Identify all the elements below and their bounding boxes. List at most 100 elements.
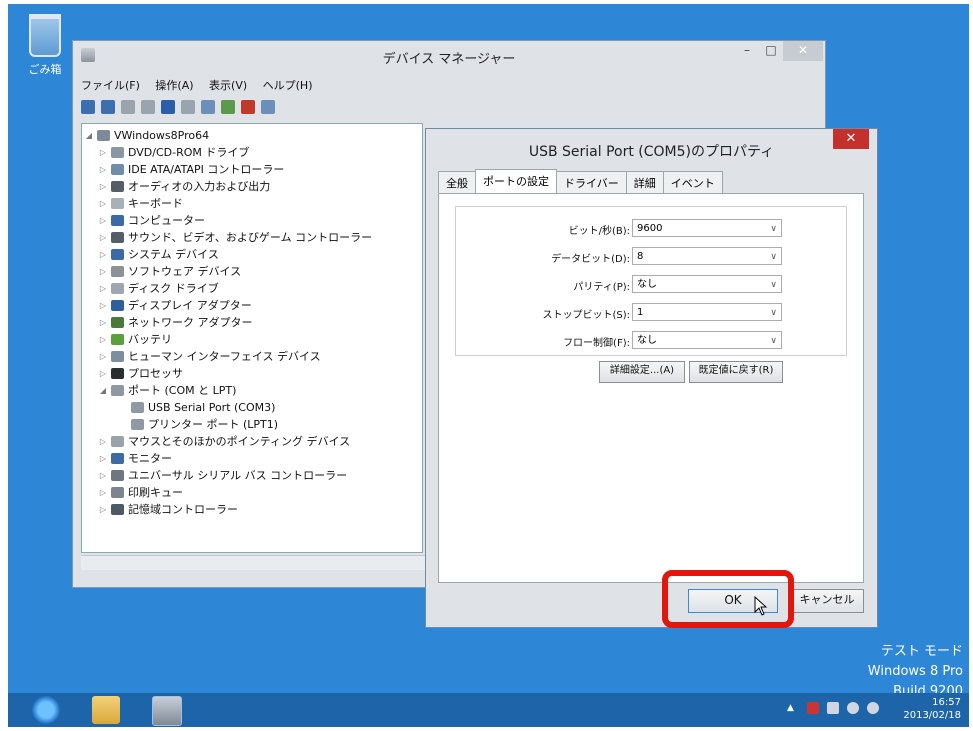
restore-defaults-button[interactable]: 既定値に戻す(R) [689, 361, 783, 383]
tree-node[interactable]: ▷ ネットワーク アダプター [98, 314, 253, 331]
tab-port-settings[interactable]: ポートの設定 [475, 169, 557, 195]
clock-time: 16:57 [932, 697, 961, 708]
tray-arrow-icon[interactable]: ▲ [787, 702, 799, 714]
close-button[interactable]: ✕ [783, 41, 823, 61]
collapse-icon[interactable]: ◢ [84, 127, 94, 144]
hid-icon [111, 351, 124, 362]
menu-action[interactable]: 操作(A) [155, 79, 193, 92]
collapse-icon[interactable]: ◢ [98, 382, 108, 399]
input-method-icon[interactable] [867, 702, 879, 714]
properties-dialog: USB Serial Port (COM5)のプロパティ ✕ 全般 ポートの設定… [425, 128, 878, 628]
action-center-icon[interactable] [807, 702, 819, 714]
expand-icon[interactable]: ▷ [98, 263, 108, 280]
tree-node-label: 印刷キュー [128, 486, 183, 499]
tree-node[interactable]: ▷ ディスク ドライブ [98, 280, 219, 297]
mouse-cursor-icon [754, 596, 768, 616]
minimize-button[interactable]: – [735, 41, 759, 61]
computer-icon [97, 130, 110, 141]
show-hide-icon[interactable] [141, 100, 155, 114]
menu-bar: ファイル(F) 操作(A) 表示(V) ヘルプ(H) [81, 77, 325, 93]
tree-node[interactable]: ▷ IDE ATA/ATAPI コントローラー [98, 161, 284, 178]
file-explorer-icon[interactable] [92, 696, 120, 724]
bits-per-second-label: ビット/秒(B): [568, 226, 630, 237]
tree-node[interactable]: ▷ マウスとそのほかのポインティング デバイス [98, 433, 350, 450]
expand-icon[interactable]: ▷ [98, 195, 108, 212]
tree-node[interactable]: ▷ バッテリ [98, 331, 172, 348]
tree-node-label: システム デバイス [128, 248, 219, 261]
parity-row: パリティ(P): なし ∨ [456, 275, 846, 295]
cancel-button[interactable]: キャンセル [790, 589, 864, 613]
tree-node-label: 記憶域コントローラー [128, 503, 238, 516]
back-arrow-icon[interactable] [81, 100, 95, 114]
network-icon[interactable] [827, 702, 839, 714]
expand-icon[interactable]: ▷ [98, 161, 108, 178]
tree-node[interactable]: ▷ モニター [98, 450, 172, 467]
tree-node[interactable]: ▷ キーボード [98, 195, 183, 212]
expand-icon[interactable]: ▷ [98, 365, 108, 382]
expand-icon[interactable]: ▷ [98, 314, 108, 331]
forward-arrow-icon[interactable] [101, 100, 115, 114]
uninstall-device-icon[interactable] [261, 100, 275, 114]
expand-icon[interactable]: ▷ [98, 348, 108, 365]
data-bits-select[interactable]: 8 ∨ [632, 247, 782, 265]
tree-node-root[interactable]: ◢ VWindows8Pro64 [84, 127, 209, 144]
expand-icon[interactable]: ▷ [98, 467, 108, 484]
menu-file[interactable]: ファイル(F) [81, 79, 140, 92]
device-manager-taskbar-icon[interactable] [152, 696, 182, 726]
tree-node[interactable]: ▷ サウンド、ビデオ、およびゲーム コントローラー [98, 229, 372, 246]
volume-icon[interactable] [847, 702, 859, 714]
view-icon[interactable] [181, 100, 195, 114]
expand-icon[interactable]: ▷ [98, 144, 108, 161]
disable-device-icon[interactable] [241, 100, 255, 114]
monitor-icon [111, 453, 124, 464]
scan-hardware-icon[interactable] [201, 100, 215, 114]
advanced-settings-button[interactable]: 詳細設定...(A) [599, 361, 685, 383]
tree-node-label: ソフトウェア デバイス [128, 265, 242, 278]
expand-icon[interactable]: ▷ [98, 484, 108, 501]
tree-node[interactable]: ▷ 記憶域コントローラー [98, 501, 238, 518]
tree-node[interactable]: ▷ システム デバイス [98, 246, 219, 263]
properties-icon[interactable] [121, 100, 135, 114]
expand-icon[interactable]: ▷ [98, 246, 108, 263]
expand-icon[interactable]: ▷ [98, 280, 108, 297]
menu-help[interactable]: ヘルプ(H) [263, 79, 313, 92]
tree-node-ports[interactable]: ◢ ポート (COM と LPT) [98, 382, 236, 399]
bits-per-second-select[interactable]: 9600 ∨ [632, 219, 782, 237]
device-manager-titlebar[interactable]: デバイス マネージャー – □ ✕ [73, 41, 825, 71]
device-tree[interactable]: ◢ VWindows8Pro64 ▷ DVD/CD-ROM ドライブ ▷ IDE A… [81, 123, 423, 553]
tree-node[interactable]: ▷ DVD/CD-ROM ドライブ [98, 144, 249, 161]
tree-node[interactable]: ▷ プロセッサ [98, 365, 183, 382]
expand-icon[interactable]: ▷ [98, 212, 108, 229]
expand-icon[interactable]: ▷ [98, 450, 108, 467]
tree-node-label: ポート (COM と LPT) [128, 384, 237, 397]
dialog-close-button[interactable]: ✕ [833, 129, 869, 149]
tree-node[interactable]: ▷ ディスプレイ アダプター [98, 297, 252, 314]
expand-icon[interactable]: ▷ [98, 297, 108, 314]
tree-node-label: サウンド、ビデオ、およびゲーム コントローラー [128, 231, 373, 244]
tree-node[interactable]: ▷ ヒューマン インターフェイス デバイス [98, 348, 321, 365]
maximize-button[interactable]: □ [759, 41, 783, 61]
update-driver-icon[interactable] [221, 100, 235, 114]
expand-icon[interactable]: ▷ [98, 433, 108, 450]
expand-icon[interactable]: ▷ [98, 331, 108, 348]
tree-node[interactable]: ▷ オーディオの入力および出力 [98, 178, 270, 195]
tree-node[interactable]: ▷ 印刷キュー [98, 484, 183, 501]
tree-node[interactable]: ▷ ソフトウェア デバイス [98, 263, 241, 280]
tree-node[interactable]: ▷ ユニバーサル シリアル バス コントローラー [98, 467, 347, 484]
port-settings-group: ビット/秒(B): 9600 ∨ データビット(D): 8 ∨ パリティ(P): な… [455, 206, 847, 356]
expand-icon[interactable]: ▷ [98, 178, 108, 195]
clock[interactable]: 16:57 2013/02/18 [903, 696, 961, 722]
internet-explorer-icon[interactable] [32, 696, 60, 724]
menu-view[interactable]: 表示(V) [209, 79, 247, 92]
tree-node-printer-port[interactable]: プリンター ポート (LPT1) [118, 416, 278, 433]
tree-node[interactable]: ▷ コンピューター [98, 212, 205, 229]
expand-icon[interactable]: ▷ [98, 229, 108, 246]
recycle-bin[interactable]: ごみ箱 [22, 14, 68, 77]
stop-bits-select[interactable]: 1 ∨ [632, 303, 782, 321]
tree-node-usb-serial-port[interactable]: USB Serial Port (COM3) [118, 399, 275, 416]
flow-control-select[interactable]: なし ∨ [632, 331, 782, 349]
parity-select[interactable]: なし ∨ [632, 275, 782, 293]
expand-icon[interactable]: ▷ [98, 501, 108, 518]
tree-node-label: コンピューター [128, 214, 205, 227]
help-icon[interactable] [161, 100, 175, 114]
